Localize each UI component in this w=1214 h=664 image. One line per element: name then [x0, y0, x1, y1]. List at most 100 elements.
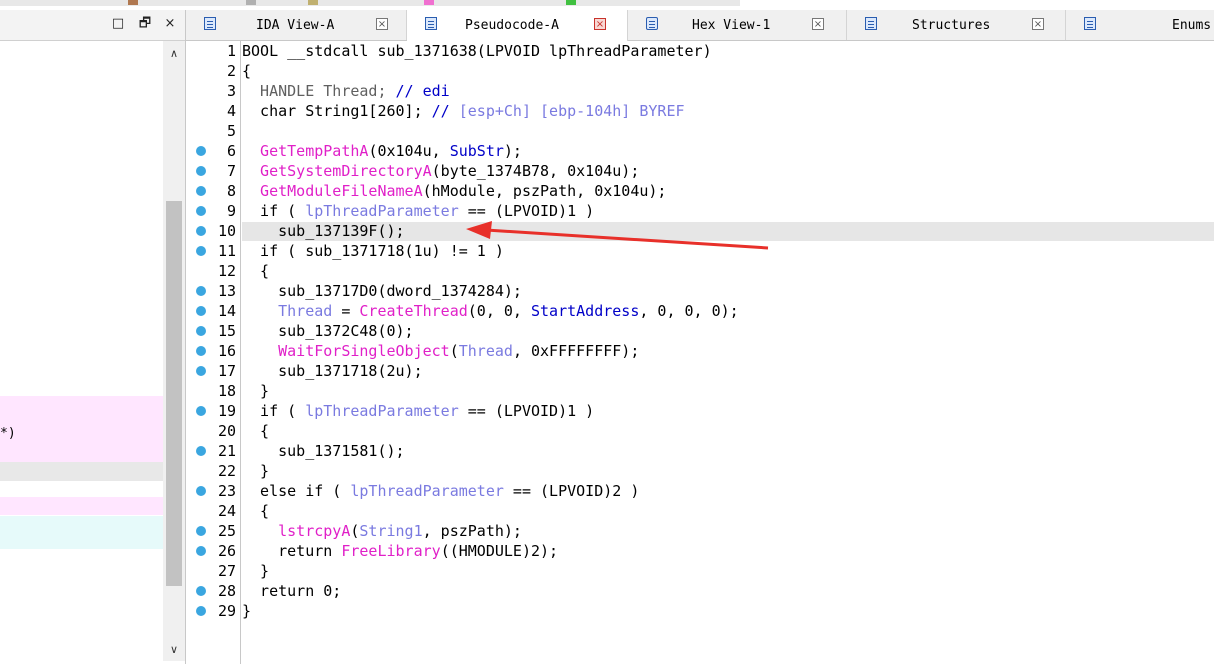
code-line[interactable]: 11 if ( sub_1371718(1u) != 1 )	[186, 241, 1214, 261]
code-line[interactable]: 24 {	[186, 501, 1214, 521]
code-line[interactable]: 25 lstrcpyA(String1, pszPath);	[186, 521, 1214, 541]
tab-structures[interactable]: Structures ×	[847, 10, 1066, 40]
code-text: {	[242, 422, 269, 440]
code-text: sub_1371581();	[242, 442, 405, 460]
code-token: return 0;	[242, 582, 342, 600]
code-line[interactable]: 2{	[186, 61, 1214, 81]
code-line[interactable]: 26 return FreeLibrary((HMODULE)2);	[186, 541, 1214, 561]
code-text: sub_137139F();	[242, 222, 404, 240]
breakpoint-dot-icon[interactable]	[196, 226, 206, 236]
vertical-scrollbar[interactable]: ∧ ∨	[163, 41, 185, 661]
tab-enums[interactable]: Enums	[1066, 10, 1214, 40]
scroll-up-icon[interactable]: ∧	[163, 45, 185, 63]
code-line[interactable]: 6 GetTempPathA(0x104u, SubStr);	[186, 141, 1214, 161]
code-token: }	[242, 562, 270, 580]
code-line[interactable]: 27 }	[186, 561, 1214, 581]
code-line[interactable]: 12 {	[186, 261, 1214, 281]
breakpoint-dot-icon[interactable]	[196, 286, 206, 296]
line-number: 17	[217, 362, 236, 380]
line-number: 15	[217, 322, 236, 340]
close-tab-icon[interactable]: ×	[594, 18, 606, 30]
code-line[interactable]: 10 sub_137139F();	[186, 221, 1214, 241]
breakpoint-dot-icon[interactable]	[196, 306, 206, 316]
breakpoint-dot-icon[interactable]	[196, 246, 206, 256]
code-line[interactable]: 19 if ( lpThreadParameter == (LPVOID)1 )	[186, 401, 1214, 421]
code-line[interactable]: 21 sub_1371581();	[186, 441, 1214, 461]
tab-ida-view[interactable]: IDA View-A ×	[186, 10, 407, 40]
list-item[interactable]	[0, 497, 163, 515]
code-line[interactable]: 28 return 0;	[186, 581, 1214, 601]
code-line[interactable]: 29}	[186, 601, 1214, 621]
breakpoint-dot-icon[interactable]	[196, 326, 206, 336]
code-token: CreateThread	[359, 302, 468, 320]
scroll-down-icon[interactable]: ∨	[163, 641, 185, 659]
code-line[interactable]: 3 HANDLE Thread; // edi	[186, 81, 1214, 101]
close-icon[interactable]: ×	[162, 16, 178, 32]
code-line[interactable]: 18 }	[186, 381, 1214, 401]
legend-swatch-green	[566, 0, 576, 5]
line-number: 16	[217, 342, 236, 360]
code-line[interactable]: 16 WaitForSingleObject(Thread, 0xFFFFFFF…	[186, 341, 1214, 361]
code-line[interactable]: 17 sub_1371718(2u);	[186, 361, 1214, 381]
close-tab-icon[interactable]: ×	[1032, 18, 1044, 30]
code-line[interactable]: 13 sub_13717D0(dword_1374284);	[186, 281, 1214, 301]
pseudocode-view[interactable]: 1 BOOL __stdcall sub_1371638(LPVOID lpThr…	[186, 41, 1214, 664]
breakpoint-dot-icon[interactable]	[196, 146, 206, 156]
breakpoint-dot-icon[interactable]	[196, 366, 206, 376]
breakpoint-dot-icon[interactable]	[196, 406, 206, 416]
breakpoint-dot-icon[interactable]	[196, 546, 206, 556]
code-text: if ( lpThreadParameter == (LPVOID)1 )	[242, 202, 594, 220]
breakpoint-dot-icon[interactable]	[196, 186, 206, 196]
code-line[interactable]: 15 sub_1372C48(0);	[186, 321, 1214, 341]
close-tab-icon[interactable]: ×	[376, 18, 388, 30]
breakpoint-dot-icon[interactable]	[196, 606, 206, 616]
code-line[interactable]: 4 char String1[260]; // [esp+Ch] [ebp-10…	[186, 101, 1214, 121]
code-token: sub_1371718(2u);	[242, 362, 423, 380]
code-text: if ( sub_1371718(1u) != 1 )	[242, 242, 504, 260]
code-text: return 0;	[242, 582, 341, 600]
breakpoint-dot-icon[interactable]	[196, 446, 206, 456]
code-line[interactable]: 7 GetSystemDirectoryA(byte_1374B78, 0x10…	[186, 161, 1214, 181]
code-text: GetModuleFileNameA(hModule, pszPath, 0x1…	[242, 182, 666, 200]
restore-icon[interactable]: 🗗	[137, 16, 153, 32]
code-token: lpThreadParameter	[350, 482, 504, 500]
tab-pseudocode[interactable]: Pseudocode-A ×	[407, 10, 628, 41]
code-token: StartAddress	[531, 302, 640, 320]
code-token: sub_1371581();	[242, 442, 405, 460]
tab-hex-view[interactable]: Hex View-1 ×	[628, 10, 847, 40]
code-line[interactable]: 1 BOOL __stdcall sub_1371638(LPVOID lpThr…	[186, 41, 1214, 61]
list-item-label: *)	[0, 426, 16, 441]
breakpoint-dot-icon[interactable]	[196, 166, 206, 176]
code-token: }	[242, 462, 270, 480]
code-line[interactable]: 22 }	[186, 461, 1214, 481]
maximize-icon[interactable]: □	[110, 16, 126, 32]
code-token: , 0xFFFFFFFF);	[512, 342, 640, 360]
breakpoint-dot-icon[interactable]	[196, 586, 206, 596]
line-number: 6	[226, 142, 236, 160]
close-tab-icon[interactable]: ×	[812, 18, 824, 30]
code-line[interactable]: 23 else if ( lpThreadParameter == (LPVOI…	[186, 481, 1214, 501]
breakpoint-dot-icon[interactable]	[196, 526, 206, 536]
code-token: == (LPVOID)1 )	[458, 402, 595, 420]
code-text: HANDLE Thread; // edi	[242, 82, 450, 100]
breakpoint-dot-icon[interactable]	[196, 486, 206, 496]
line-number: 9	[226, 202, 236, 220]
line-number: 18	[217, 382, 236, 400]
breakpoint-dot-icon[interactable]	[196, 346, 206, 356]
breakpoint-dot-icon[interactable]	[196, 206, 206, 216]
code-token: == (LPVOID)1 )	[458, 202, 595, 220]
list-item[interactable]	[0, 462, 163, 481]
code-token: GetSystemDirectoryA	[242, 162, 432, 180]
code-line[interactable]: 8 GetModuleFileNameA(hModule, pszPath, 0…	[186, 181, 1214, 201]
code-line[interactable]: 20 {	[186, 421, 1214, 441]
code-line[interactable]: 14 Thread = CreateThread(0, 0, StartAddr…	[186, 301, 1214, 321]
code-text: }	[242, 382, 269, 400]
list-item[interactable]	[0, 516, 163, 549]
scrollbar-thumb[interactable]	[166, 201, 182, 586]
line-number: 2	[226, 62, 236, 80]
code-line[interactable]: 5	[186, 121, 1214, 141]
list-item[interactable]: *)	[0, 396, 163, 471]
code-line[interactable]: 9 if ( lpThreadParameter == (LPVOID)1 )	[186, 201, 1214, 221]
code-token: lstrcpyA	[242, 522, 351, 540]
legend-swatch-gray	[246, 0, 256, 5]
